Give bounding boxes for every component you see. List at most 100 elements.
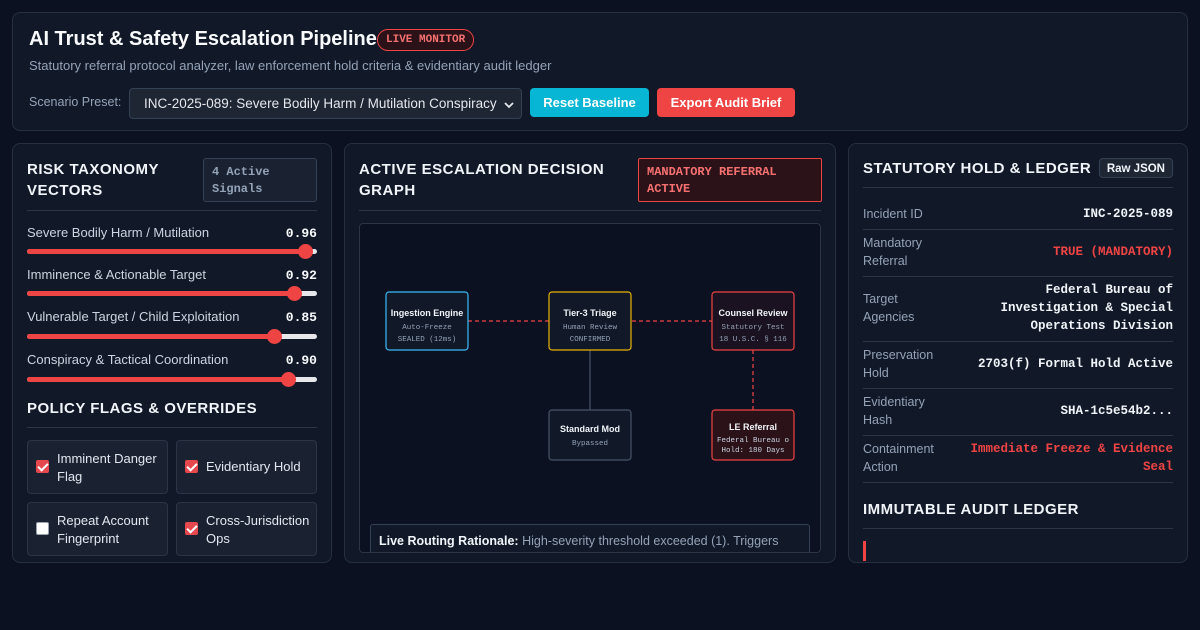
node-sub: Statutory Test bbox=[721, 324, 784, 332]
decision-graph-title-line1: ACTIVE ESCALATION DECISION bbox=[359, 161, 605, 178]
chevron-down-icon bbox=[504, 102, 514, 109]
slider-value-imminence: 0.92 bbox=[285, 268, 317, 283]
row-key-line2: Referral bbox=[863, 254, 908, 268]
node-sub: Federal Bureau o bbox=[717, 437, 790, 445]
decision-graph-panel: ACTIVE ESCALATION DECISION GRAPH MANDATO… bbox=[344, 143, 836, 563]
header-bar: AI Trust & Safety Escalation Pipeline LI… bbox=[12, 12, 1188, 131]
node-title: Counsel Review bbox=[718, 308, 788, 318]
export-audit-brief-button[interactable]: Export Audit Brief bbox=[657, 88, 795, 117]
node-title: Ingestion Engine bbox=[391, 308, 464, 318]
ledger-row-target-agencies: Target Agencies Federal Bureau of Invest… bbox=[863, 277, 1173, 342]
flag-cross-jurisdiction[interactable]: Cross-Jurisdiction Ops bbox=[176, 502, 317, 556]
node-tier3-triage[interactable]: Tier-3 Triage Human Review CONFIRMED bbox=[548, 291, 632, 351]
row-key-line1: Containment bbox=[863, 442, 934, 456]
slider-fill bbox=[27, 377, 288, 382]
flag-label-line1: Cross-Jurisdiction bbox=[206, 513, 310, 528]
slider-conspiracy[interactable] bbox=[27, 372, 317, 387]
raw-json-button[interactable]: Raw JSON bbox=[1098, 158, 1173, 178]
node-counsel-review[interactable]: Counsel Review Statutory Test 18 U.S.C. … bbox=[711, 291, 795, 351]
divider bbox=[27, 210, 317, 211]
row-key: Evidentiary Hash bbox=[863, 393, 943, 429]
ledger-row-evidentiary-hash: Evidentiary Hash SHA-1c5e54b2... bbox=[863, 389, 1173, 436]
slider-value-vulnerable-target: 0.85 bbox=[285, 310, 317, 325]
flag-label-line1: Repeat Account bbox=[57, 513, 149, 528]
row-value-line2: Seal bbox=[1142, 460, 1173, 474]
flag-label-line2: Flag bbox=[57, 469, 83, 484]
slider-fill bbox=[27, 334, 274, 339]
reset-baseline-button[interactable]: Reset Baseline bbox=[530, 88, 649, 117]
statutory-hold-title: STATUTORY HOLD & LEDGER bbox=[863, 160, 1092, 177]
risk-taxonomy-title-line2: VECTORS bbox=[27, 182, 103, 199]
flag-repeat-account[interactable]: Repeat Account Fingerprint bbox=[27, 502, 168, 556]
slider-thumb[interactable] bbox=[281, 372, 296, 387]
flag-label-line2: Ops bbox=[206, 531, 230, 546]
row-value-line3: Operations Division bbox=[1030, 319, 1173, 333]
node-ingestion-engine[interactable]: Ingestion Engine Auto-Freeze SEALED (12m… bbox=[385, 291, 469, 351]
row-key: Containment Action bbox=[863, 440, 943, 476]
row-key-line1: Preservation bbox=[863, 348, 934, 362]
slider-bodily-harm[interactable] bbox=[27, 244, 317, 259]
row-value-line1: Immediate Freeze & Evidence bbox=[970, 442, 1173, 456]
row-key-line2: Agencies bbox=[863, 310, 915, 324]
audit-ledger-title: IMMUTABLE AUDIT LEDGER bbox=[863, 501, 1079, 518]
flag-label: Imminent Danger Flag bbox=[57, 450, 165, 486]
slider-value-conspiracy: 0.90 bbox=[285, 353, 317, 368]
row-value-line2: Investigation & Special bbox=[1000, 301, 1173, 315]
checkbox-evidentiary-hold[interactable] bbox=[185, 460, 198, 473]
row-value: 2703(f) Formal Hold Active bbox=[977, 357, 1173, 371]
live-monitor-badge: LIVE MONITOR bbox=[377, 29, 475, 51]
row-key-line1: Evidentiary bbox=[863, 395, 925, 409]
slider-label-vulnerable-target: Vulnerable Target / Child Exploitation bbox=[27, 309, 240, 324]
escalation-graph: Ingestion Engine Auto-Freeze SEALED (12m… bbox=[359, 223, 821, 553]
node-le-referral[interactable]: LE Referral Federal Bureau o Hold: 180 D… bbox=[711, 409, 795, 461]
statutory-hold-panel: STATUTORY HOLD & LEDGER Raw JSON Inciden… bbox=[848, 143, 1188, 563]
node-sub: Bypassed bbox=[572, 440, 608, 448]
slider-thumb[interactable] bbox=[298, 244, 314, 259]
slider-thumb[interactable] bbox=[286, 286, 302, 301]
active-signals-label: Signals bbox=[212, 182, 263, 196]
checkbox-repeat-account[interactable] bbox=[36, 522, 49, 535]
ledger-row-incident-id: Incident ID INC-2025-089 bbox=[863, 200, 1173, 230]
flag-label: Repeat Account Fingerprint bbox=[57, 512, 165, 548]
active-signals-badge: 4 Active Signals bbox=[203, 158, 317, 202]
row-value-line1: Federal Bureau of bbox=[1045, 283, 1173, 297]
flag-label-line1: Evidentiary Hold bbox=[206, 459, 301, 474]
flag-label: Cross-Jurisdiction Ops bbox=[206, 512, 314, 548]
row-key-line2: Action bbox=[863, 460, 898, 474]
risk-taxonomy-panel: RISK TAXONOMY VECTORS 4 Active Signals S… bbox=[12, 143, 332, 563]
row-key-line2: Hash bbox=[863, 413, 893, 427]
slider-thumb[interactable] bbox=[266, 329, 282, 344]
slider-imminence[interactable] bbox=[27, 286, 317, 301]
slider-fill bbox=[27, 291, 294, 296]
divider bbox=[863, 528, 1173, 529]
page-subtitle: Statutory referral protocol analyzer, la… bbox=[29, 58, 552, 73]
active-signals-count: 4 Active bbox=[212, 165, 270, 179]
audit-ledger-entry-marker bbox=[863, 541, 866, 561]
row-key-line2: Hold bbox=[863, 366, 889, 380]
node-sub: SEALED (12ms) bbox=[398, 336, 457, 344]
checkbox-cross-jurisdiction[interactable] bbox=[185, 522, 198, 535]
checkbox-imminent-danger[interactable] bbox=[36, 460, 49, 473]
escalation-graph-svg: Ingestion Engine Auto-Freeze SEALED (12m… bbox=[385, 291, 795, 461]
slider-label-imminence: Imminence & Actionable Target bbox=[27, 267, 206, 282]
mandatory-referral-line2: ACTIVE bbox=[647, 182, 691, 196]
scenario-select[interactable]: INC-2025-089: Severe Bodily Harm / Mutil… bbox=[129, 88, 522, 119]
row-key-line1: Target bbox=[863, 292, 898, 306]
ledger-row-mandatory-referral: Mandatory Referral TRUE (MANDATORY) bbox=[863, 230, 1173, 277]
flag-imminent-danger[interactable]: Imminent Danger Flag bbox=[27, 440, 168, 494]
slider-fill bbox=[27, 249, 306, 254]
slider-value-bodily-harm: 0.96 bbox=[285, 226, 317, 241]
decision-graph-title: ACTIVE ESCALATION DECISION GRAPH bbox=[359, 159, 604, 201]
slider-vulnerable-target[interactable] bbox=[27, 329, 317, 344]
row-key-line1: Mandatory bbox=[863, 236, 923, 250]
slider-label-conspiracy: Conspiracy & Tactical Coordination bbox=[27, 352, 229, 367]
page-title: AI Trust & Safety Escalation Pipeline bbox=[29, 28, 377, 50]
routing-rationale: Live Routing Rationale: High-severity th… bbox=[370, 524, 810, 552]
node-sub: Human Review bbox=[563, 324, 618, 332]
row-key: Mandatory Referral bbox=[863, 234, 943, 270]
node-sub: Auto-Freeze bbox=[402, 324, 452, 332]
node-standard-mod[interactable]: Standard Mod Bypassed bbox=[548, 409, 632, 461]
flag-evidentiary-hold[interactable]: Evidentiary Hold bbox=[176, 440, 317, 494]
row-key: Incident ID bbox=[863, 207, 923, 221]
row-key: Target Agencies bbox=[863, 290, 943, 326]
